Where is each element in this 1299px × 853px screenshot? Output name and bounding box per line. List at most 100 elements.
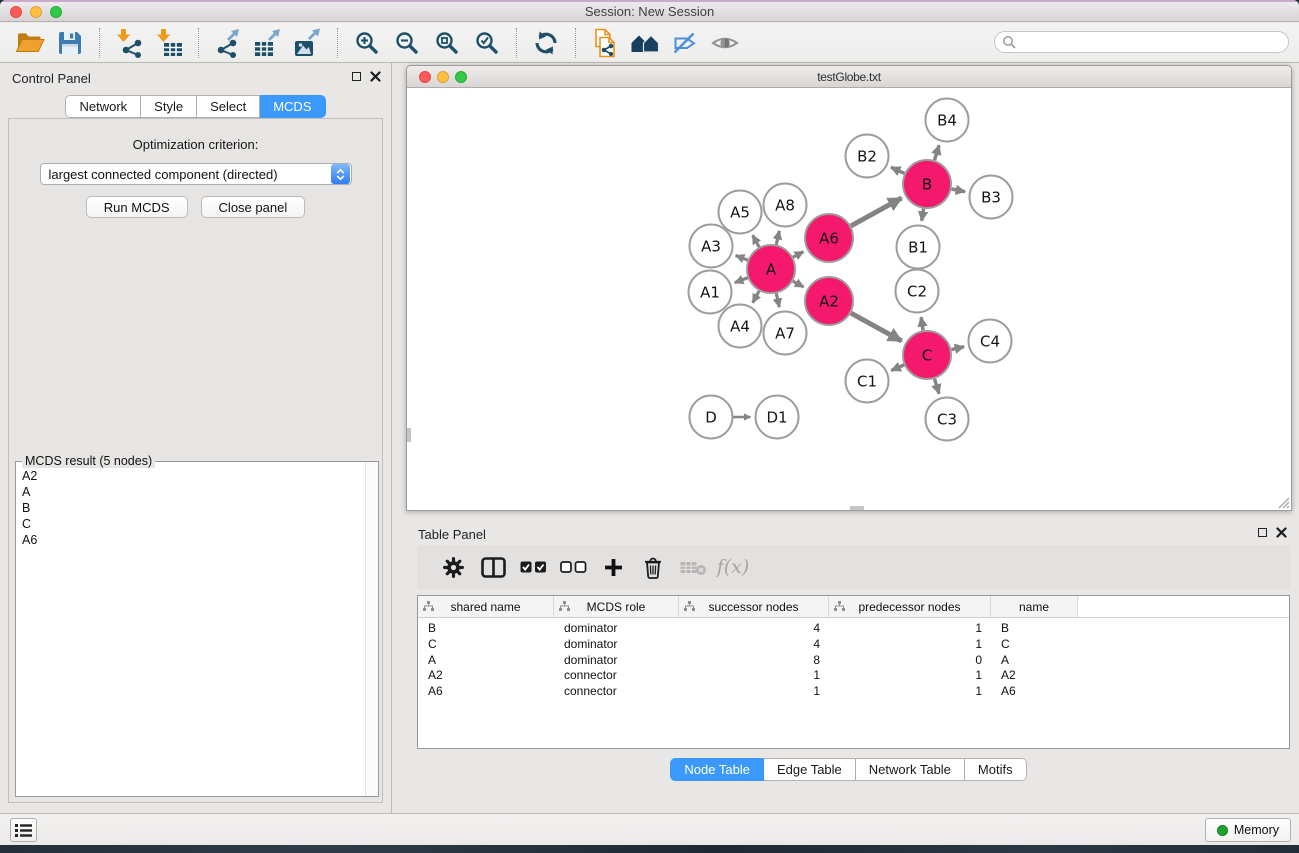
node-D1[interactable]: D1 — [756, 396, 799, 439]
window-resize-grip[interactable] — [1276, 495, 1290, 509]
update-network-button[interactable] — [526, 25, 566, 61]
cell[interactable]: A6 — [418, 684, 554, 700]
close-panel-button[interactable]: Close panel — [201, 196, 306, 218]
cell[interactable]: 4 — [679, 621, 829, 637]
node-A2[interactable]: A2 — [805, 277, 853, 325]
edge-C-C3[interactable] — [935, 379, 940, 394]
node-B4[interactable]: B4 — [926, 99, 969, 142]
cell[interactable]: connector — [554, 684, 679, 700]
zoom-in-button[interactable] — [347, 25, 387, 61]
cell[interactable]: C — [418, 637, 554, 653]
result-item-a6[interactable]: A6 — [22, 532, 358, 548]
cell[interactable]: A — [991, 653, 1078, 669]
network-window-titlebar[interactable]: testGlobe.txt — [407, 66, 1291, 88]
cell[interactable]: A2 — [991, 668, 1078, 684]
edge-A2-C[interactable] — [851, 313, 902, 341]
node-B2[interactable]: B2 — [846, 135, 889, 178]
table-row-a[interactable]: Adominator80A — [418, 653, 1289, 669]
create-column-button[interactable] — [593, 547, 633, 587]
cell[interactable]: 4 — [679, 637, 829, 653]
edge-A-A3[interactable] — [736, 256, 748, 261]
cell[interactable]: 1 — [829, 621, 991, 637]
export-network-button[interactable] — [208, 25, 248, 61]
tab-node-table[interactable]: Node Table — [670, 758, 764, 781]
network-canvas[interactable]: AA1A2A3A4A5A6A7A8BB1B2B3B4CC1C2C3C4DD1 — [407, 88, 1291, 510]
edge-C-C1[interactable] — [891, 365, 904, 371]
cell[interactable]: 8 — [679, 653, 829, 669]
select-all-columns-button[interactable] — [513, 547, 553, 587]
node-D[interactable]: D — [690, 396, 733, 439]
node-A[interactable]: A — [747, 245, 795, 293]
tab-network[interactable]: Network — [65, 95, 141, 118]
node-C[interactable]: C — [903, 331, 951, 379]
search-input[interactable] — [1020, 33, 1288, 51]
node-A7[interactable]: A7 — [764, 312, 807, 355]
cell[interactable]: 1 — [679, 684, 829, 700]
node-A6[interactable]: A6 — [805, 214, 853, 262]
cell[interactable]: 1 — [829, 668, 991, 684]
minimize-window-button[interactable] — [30, 6, 42, 18]
node-B3[interactable]: B3 — [970, 176, 1013, 219]
new-network-from-selection-button[interactable] — [585, 25, 625, 61]
import-table-button[interactable] — [149, 25, 189, 61]
edge-A-A4[interactable] — [753, 291, 759, 303]
memory-button[interactable]: Memory — [1205, 818, 1291, 842]
edge-A-A8[interactable] — [776, 231, 779, 245]
node-C3[interactable]: C3 — [926, 398, 969, 441]
cell[interactable]: A6 — [991, 684, 1078, 700]
table-options-button[interactable] — [433, 547, 473, 587]
zoom-fit-button[interactable] — [427, 25, 467, 61]
edge-A-A7[interactable] — [776, 293, 779, 307]
edge-B-B3[interactable] — [952, 189, 966, 192]
node-A4[interactable]: A4 — [719, 305, 762, 348]
show-graphics-details-button[interactable] — [705, 25, 745, 61]
delete-table-button[interactable] — [673, 547, 713, 587]
cell[interactable]: dominator — [554, 621, 679, 637]
table-row-a2[interactable]: A2connector11A2 — [418, 668, 1289, 684]
column-header-successor-nodes[interactable]: successor nodes — [679, 596, 829, 617]
close-table-panel-icon[interactable] — [1276, 527, 1287, 538]
hide-labels-button[interactable] — [665, 25, 705, 61]
node-A8[interactable]: A8 — [764, 184, 807, 227]
criterion-dropdown[interactable]: largest connected component (directed) — [40, 163, 352, 185]
table-row-b[interactable]: Bdominator41B — [418, 621, 1289, 637]
cell[interactable]: A2 — [418, 668, 554, 684]
edge-B-B2[interactable] — [891, 167, 904, 173]
zoom-selected-button[interactable] — [467, 25, 507, 61]
node-A3[interactable]: A3 — [690, 225, 733, 268]
close-window-button[interactable] — [10, 6, 22, 18]
table-row-c[interactable]: Cdominator41C — [418, 637, 1289, 653]
zoom-window-button[interactable] — [50, 6, 62, 18]
edge-A-A5[interactable] — [753, 235, 759, 247]
node-C1[interactable]: C1 — [846, 360, 889, 403]
edge-C-C2[interactable] — [921, 317, 923, 330]
result-item-a2[interactable]: A2 — [22, 468, 358, 484]
cell[interactable]: 1 — [829, 684, 991, 700]
network-minimize-button[interactable] — [437, 71, 449, 83]
node-C4[interactable]: C4 — [969, 320, 1012, 363]
cell[interactable]: A — [418, 653, 554, 669]
function-builder-button[interactable]: f(x) — [713, 547, 753, 587]
tab-style[interactable]: Style — [141, 95, 197, 118]
first-neighbors-button[interactable] — [625, 25, 665, 61]
cell[interactable]: connector — [554, 668, 679, 684]
float-table-panel-icon[interactable] — [1258, 528, 1267, 537]
node-A5[interactable]: A5 — [719, 191, 762, 234]
network-canvas-area[interactable]: AA1A2A3A4A5A6A7A8BB1B2B3B4CC1C2C3C4DD1 — [407, 88, 1291, 510]
float-panel-icon[interactable] — [352, 72, 361, 81]
network-close-button[interactable] — [419, 71, 431, 83]
cell[interactable]: dominator — [554, 653, 679, 669]
mcds-result-list[interactable]: A2ABCA6 — [16, 464, 364, 796]
table-row-a6[interactable]: A6connector11A6 — [418, 684, 1289, 700]
task-history-button[interactable] — [10, 818, 37, 842]
export-table-button[interactable] — [248, 25, 288, 61]
edge-A-A2[interactable] — [793, 281, 804, 287]
node-C2[interactable]: C2 — [896, 270, 939, 313]
tab-mcds[interactable]: MCDS — [260, 95, 325, 118]
edge-C-C4[interactable] — [951, 347, 964, 350]
edge-A6-B[interactable] — [851, 198, 902, 226]
tab-motifs[interactable]: Motifs — [965, 758, 1027, 781]
close-panel-icon[interactable] — [370, 71, 381, 82]
tab-edge-table[interactable]: Edge Table — [764, 758, 856, 781]
cell[interactable]: B — [418, 621, 554, 637]
